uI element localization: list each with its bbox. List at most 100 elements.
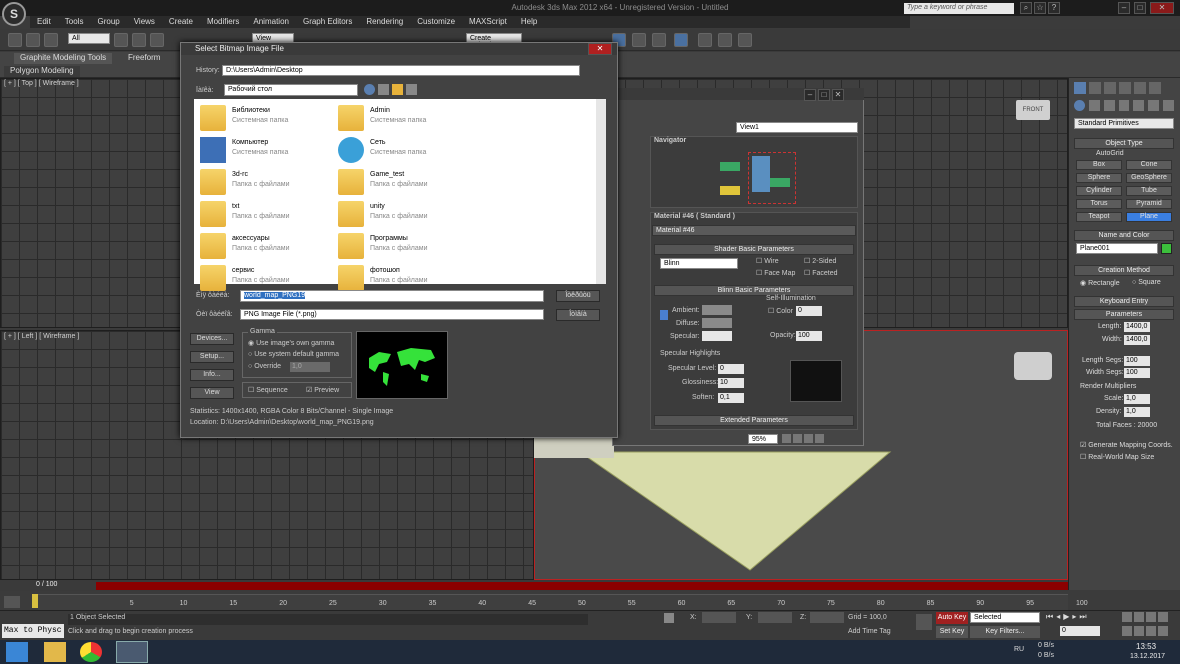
mat-close-button[interactable]: ✕ bbox=[832, 89, 844, 101]
viewport-top-label[interactable]: [ + ] [ Top ] [ Wireframe ] bbox=[4, 80, 79, 87]
length-segs-spinner[interactable]: 100 bbox=[1124, 356, 1150, 366]
lights-icon[interactable] bbox=[1103, 100, 1115, 111]
ambient-swatch[interactable] bbox=[702, 305, 732, 315]
utilities-tab-icon[interactable] bbox=[1149, 82, 1161, 94]
maximize-viewport-icon[interactable] bbox=[1158, 626, 1168, 636]
setup-button[interactable]: Setup... bbox=[190, 351, 234, 363]
cameras-icon[interactable] bbox=[1118, 100, 1130, 111]
z-coord-input[interactable] bbox=[810, 612, 844, 623]
diffuse-swatch[interactable] bbox=[702, 318, 732, 328]
zoom-region-icon[interactable] bbox=[804, 434, 813, 443]
mini-curve-editor-icon[interactable] bbox=[4, 596, 20, 608]
next-frame-icon[interactable]: ▸ bbox=[1072, 612, 1076, 624]
start-button[interactable] bbox=[6, 642, 28, 662]
file-list-item[interactable]: сервис Папка с файлами bbox=[198, 263, 328, 293]
goto-start-icon[interactable]: ⏮ bbox=[1046, 612, 1053, 624]
rollout-keyboard-entry[interactable]: Keyboard Entry bbox=[1074, 296, 1174, 307]
current-frame-spinner[interactable]: 0 bbox=[1060, 626, 1100, 636]
rollout-shader-basic[interactable]: Shader Basic Parameters bbox=[654, 244, 854, 255]
view-menu-icon[interactable] bbox=[406, 84, 417, 95]
history-select[interactable]: D:\Users\Admin\Desktop bbox=[222, 65, 580, 76]
geosphere-button[interactable]: GeoSphere bbox=[1126, 173, 1172, 183]
sequence-checkbox[interactable]: ☐ Sequence bbox=[248, 386, 288, 394]
goto-end-icon[interactable]: ⏭ bbox=[1079, 612, 1086, 624]
color-checkbox[interactable]: ☐ Color bbox=[768, 307, 793, 315]
torus-button[interactable]: Torus bbox=[1076, 199, 1122, 209]
max-taskbar-icon[interactable] bbox=[116, 641, 148, 663]
display-tab-icon[interactable] bbox=[1134, 82, 1146, 94]
nav-viewport-rect[interactable] bbox=[748, 152, 796, 204]
maxscript-listener[interactable]: Max to Physc bbox=[2, 624, 64, 638]
modify-tab-icon[interactable] bbox=[1089, 82, 1101, 94]
material-editor-icon[interactable] bbox=[632, 33, 646, 47]
file-list-scrollbar[interactable] bbox=[596, 99, 606, 284]
cone-button[interactable]: Cone bbox=[1126, 160, 1172, 170]
star-icon[interactable]: ☆ bbox=[1034, 2, 1046, 14]
plane-button[interactable]: Plane bbox=[1126, 212, 1172, 222]
render-setup-icon[interactable] bbox=[652, 33, 666, 47]
devices-button[interactable]: Devices... bbox=[190, 333, 234, 345]
primitive-type-select[interactable]: Standard Primitives bbox=[1074, 118, 1174, 129]
close-button[interactable]: ✕ bbox=[1150, 2, 1174, 14]
zoom-extents-all-icon[interactable] bbox=[1158, 612, 1168, 622]
menu-item-edit[interactable]: Edit bbox=[30, 16, 58, 28]
menu-item-rendering[interactable]: Rendering bbox=[359, 16, 410, 28]
menu-item-views[interactable]: Views bbox=[127, 16, 162, 28]
menu-item-tools[interactable]: Tools bbox=[58, 16, 91, 28]
minimize-button[interactable]: – bbox=[1118, 2, 1130, 14]
file-list-item[interactable]: Библиотеки Системная папка bbox=[198, 103, 328, 133]
opacity-spinner[interactable]: 100 bbox=[796, 331, 822, 341]
radio-system-gamma[interactable]: ○ Use system default gamma bbox=[248, 351, 339, 358]
real-world-checkbox[interactable]: ☐ Real-World Map Size bbox=[1080, 453, 1154, 461]
info-button[interactable]: Info... bbox=[190, 369, 234, 381]
file-list-item[interactable]: аксессуары Папка с файлами bbox=[198, 231, 328, 261]
up-folder-icon[interactable] bbox=[378, 84, 389, 95]
systems-icon[interactable] bbox=[1163, 100, 1175, 111]
file-list-item[interactable]: фотошоп Папка с файлами bbox=[336, 263, 466, 293]
cancel-button[interactable]: Îòìåíà bbox=[556, 309, 600, 321]
back-icon[interactable] bbox=[364, 84, 375, 95]
shader-select[interactable]: Blinn bbox=[660, 258, 738, 269]
select-object-icon[interactable] bbox=[114, 33, 128, 47]
chrome-taskbar-icon[interactable] bbox=[80, 642, 102, 662]
rollout-name-color[interactable]: Name and Color bbox=[1074, 230, 1174, 241]
sphere-button[interactable]: Sphere bbox=[1076, 173, 1122, 183]
rendered-frame-icon[interactable] bbox=[674, 33, 688, 47]
rollout-blinn-basic[interactable]: Blinn Basic Parameters bbox=[654, 285, 854, 296]
self-illum-spinner[interactable]: 0 bbox=[796, 306, 822, 316]
zoom-all-icon[interactable] bbox=[1134, 612, 1144, 622]
orbit-icon[interactable] bbox=[1146, 626, 1156, 636]
file-list-item[interactable]: Компьютер Системная папка bbox=[198, 135, 328, 165]
key-icon[interactable] bbox=[916, 614, 932, 630]
view-button[interactable]: View bbox=[190, 387, 234, 399]
link-icon[interactable] bbox=[8, 33, 22, 47]
width-spinner[interactable]: 1400,0 bbox=[1124, 335, 1150, 345]
spec-level-spinner[interactable]: 0 bbox=[718, 364, 744, 374]
set-key-button[interactable]: Set Key bbox=[936, 626, 968, 638]
field-of-view-icon[interactable] bbox=[1122, 626, 1132, 636]
zoom-extents-icon[interactable] bbox=[1146, 612, 1156, 622]
zoom-icon[interactable] bbox=[1122, 612, 1132, 622]
menu-item-modifiers[interactable]: Modifiers bbox=[200, 16, 246, 28]
file-list-item[interactable]: Game_test Папка с файлами bbox=[336, 167, 466, 197]
clock-time[interactable]: 13:53 bbox=[1136, 642, 1156, 651]
key-mode-select[interactable]: Selected bbox=[970, 612, 1040, 623]
object-color-swatch[interactable] bbox=[1161, 243, 1172, 254]
x-coord-input[interactable] bbox=[702, 612, 736, 623]
track-bar[interactable]: 5 10 15 20 25 30 35 40 45 50 55 60 65 70 75 80 85 90 95 100 bbox=[38, 594, 1088, 610]
file-list-item[interactable]: txt Папка с файлами bbox=[198, 199, 328, 229]
preview-checkbox[interactable]: ☑ Preview bbox=[306, 386, 339, 394]
tab-polygon-modeling[interactable]: Polygon Modeling bbox=[4, 66, 80, 77]
key-filters-button[interactable]: Key Filters... bbox=[970, 626, 1040, 638]
mat-minimize-button[interactable]: – bbox=[804, 89, 816, 101]
time-slider-handle[interactable] bbox=[32, 594, 38, 608]
helpers-icon[interactable] bbox=[1133, 100, 1145, 111]
viewcube-perspective[interactable] bbox=[1014, 352, 1052, 380]
radio-square[interactable]: ○ Square bbox=[1132, 279, 1161, 286]
rollout-creation-method[interactable]: Creation Method bbox=[1074, 265, 1174, 276]
info-icon[interactable]: ? bbox=[1048, 2, 1060, 14]
menu-item-group[interactable]: Group bbox=[90, 16, 126, 28]
file-list-item[interactable]: Сеть Системная папка bbox=[336, 135, 466, 165]
file-list-item[interactable]: Admin Системная папка bbox=[336, 103, 466, 133]
menu-item-graph-editors[interactable]: Graph Editors bbox=[296, 16, 359, 28]
